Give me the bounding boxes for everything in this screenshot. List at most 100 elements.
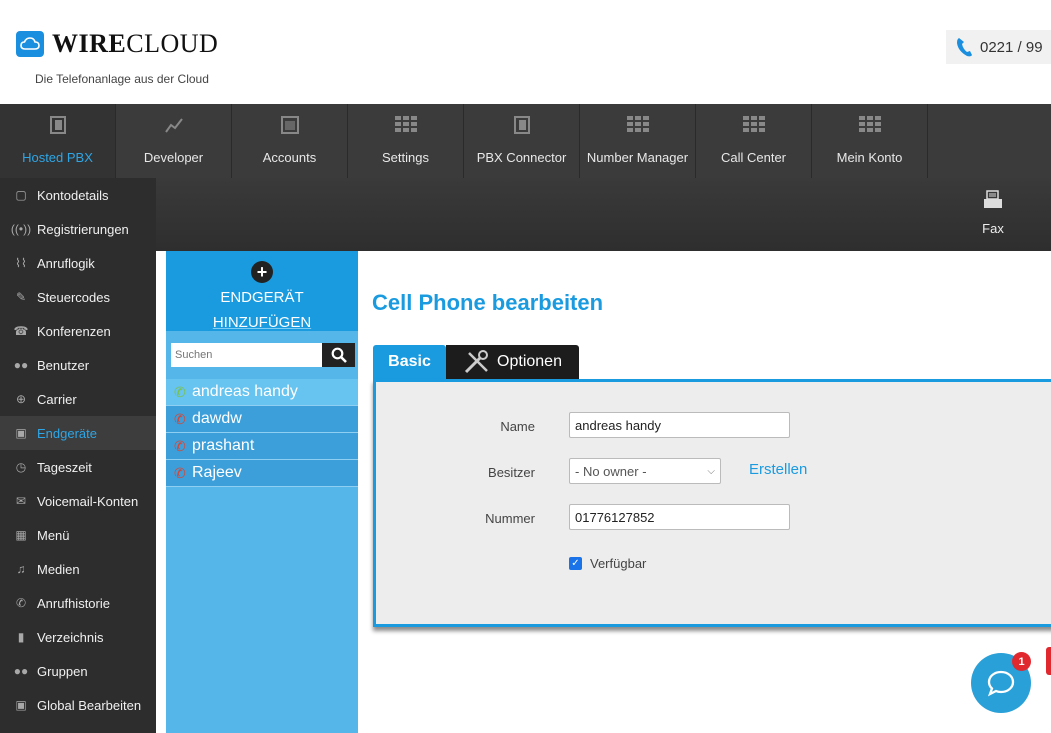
- logo-text: WIRECLOUD: [52, 28, 218, 59]
- nav-label: Developer: [143, 150, 204, 165]
- owner-select[interactable]: - No owner - ⌵: [569, 458, 721, 484]
- sidebar-item-carrier[interactable]: ⊕ Carrier: [0, 382, 156, 416]
- device-row-prashant[interactable]: ✆ prashant: [166, 433, 358, 460]
- available-checkbox[interactable]: ✓: [569, 557, 582, 570]
- device-search: [171, 343, 355, 367]
- nav-accounts[interactable]: Accounts: [232, 104, 348, 178]
- fax-button[interactable]: Fax: [975, 190, 1011, 236]
- clock-icon: ◷: [15, 460, 27, 474]
- owner-label: Besitzer: [488, 465, 535, 480]
- sidebar-item-anrufhistorie[interactable]: ✆ Anrufhistorie: [0, 586, 156, 620]
- users-icon: ●●: [13, 664, 29, 678]
- sidebar-item-label: Registrierungen: [37, 221, 129, 237]
- search-icon: [331, 347, 347, 363]
- plus-circle-icon: +: [251, 261, 273, 283]
- sidebar-item-menue[interactable]: ▦ Menü: [0, 518, 156, 552]
- sidebar-item-endgeraete[interactable]: ▣ Endgeräte: [0, 416, 156, 450]
- phone-box: 0221 / 99: [946, 30, 1051, 64]
- sidebar-item-label: Global Bearbeiten: [37, 697, 142, 713]
- add-device-label: ENDGERÄT HINZUFÜGEN: [166, 285, 358, 335]
- search-input[interactable]: [171, 343, 323, 367]
- sidebar-item-label: Anruflogik: [37, 255, 95, 271]
- sidebar-item-steuercodes[interactable]: ✎ Steuercodes: [0, 280, 156, 314]
- sidebar-item-label: Tageszeit: [37, 459, 92, 475]
- tools-icon: [464, 350, 489, 374]
- device-name: Rajeev: [192, 464, 242, 481]
- nav-hosted-pbx[interactable]: Hosted PBX: [0, 104, 116, 178]
- nav-label: Accounts: [262, 150, 317, 165]
- nav-settings[interactable]: Settings: [348, 104, 464, 178]
- nav-label: Number Manager: [586, 150, 689, 165]
- nav-pbx-connector[interactable]: PBX Connector: [464, 104, 580, 178]
- tagline: Die Telefonanlage aus der Cloud: [35, 72, 209, 86]
- logo-bold: WIRE: [52, 29, 127, 58]
- add-device-button[interactable]: + ENDGERÄT HINZUFÜGEN: [166, 251, 358, 331]
- broadcast-icon: ((•)): [10, 222, 32, 236]
- phone-red-icon: ✆: [174, 437, 186, 454]
- sidebar-item-gruppen[interactable]: ●● Gruppen: [0, 654, 156, 688]
- nav-developer[interactable]: Developer: [116, 104, 232, 178]
- device-list: ✆ andreas handy ✆ dawdw ✆ prashant ✆ Rajeev: [166, 379, 358, 487]
- device-name: prashant: [192, 437, 255, 454]
- chat-notification-badge: 1: [1012, 652, 1031, 671]
- sidebar-item-label: Benutzer: [37, 357, 90, 373]
- sidebar-item-registrierungen[interactable]: ((•)) Registrierungen: [0, 212, 156, 246]
- grid-icon: [858, 116, 881, 138]
- device-icon: ▣: [15, 698, 27, 712]
- chevron-down-icon: ⌵: [707, 465, 715, 477]
- sidebar-item-verzeichnis[interactable]: ▮ Verzeichnis: [0, 620, 156, 654]
- waveform-icon: ⌇⌇: [15, 256, 27, 270]
- number-field[interactable]: 01776127852: [569, 504, 790, 530]
- nav-label: Mein Konto: [836, 150, 903, 165]
- chart-icon: [164, 116, 184, 138]
- nav-call-center[interactable]: Call Center: [696, 104, 812, 178]
- sidebar-item-label: Gruppen: [37, 663, 88, 679]
- sidebar-item-global-bearbeiten[interactable]: ▣ Global Bearbeiten: [0, 688, 156, 722]
- sidebar-item-medien[interactable]: ♫ Medien: [0, 552, 156, 586]
- add-device-label-line2: HINZUFÜGEN: [212, 314, 312, 331]
- name-field[interactable]: andreas handy: [569, 412, 790, 438]
- sidebar-item-tageszeit[interactable]: ◷ Tageszeit: [0, 450, 156, 484]
- sidebar-item-label: Anrufhistorie: [37, 595, 110, 611]
- page-title: Cell Phone bearbeiten: [372, 290, 604, 315]
- nav-number-manager[interactable]: Number Manager: [580, 104, 696, 178]
- sidebar: ▢ Kontodetails ((•)) Registrierungen ⌇⌇ Anr…: [0, 178, 156, 733]
- sidebar-item-label: Voicemail-Konten: [37, 493, 139, 509]
- sidebar-item-label: Carrier: [37, 391, 77, 407]
- device-row-andreas-handy[interactable]: ✆ andreas handy: [166, 379, 358, 406]
- sidebar-item-anruflogik[interactable]: ⌇⌇ Anruflogik: [0, 246, 156, 280]
- device-name: dawdw: [192, 410, 242, 427]
- nav-mein-konto[interactable]: Mein Konto: [812, 104, 928, 178]
- phone-number: 0221 / 99: [980, 38, 1043, 56]
- top-nav: Hosted PBX Developer Accounts Settings P…: [0, 104, 1051, 178]
- nav-label: Call Center: [720, 150, 787, 165]
- device-icon: ▣: [15, 426, 27, 440]
- sidebar-item-voicemail[interactable]: ✉ Voicemail-Konten: [0, 484, 156, 518]
- sidebar-item-konferenzen[interactable]: ☎ Konferenzen: [0, 314, 156, 348]
- fax-label: Fax: [982, 221, 1004, 236]
- fax-icon: [984, 190, 1002, 208]
- device-icon: [49, 116, 66, 138]
- device-name: andreas handy: [192, 383, 298, 400]
- conference-icon: ☎: [13, 324, 29, 338]
- sidebar-item-label: Kontodetails: [37, 187, 109, 203]
- phone-ring-icon: ✆: [15, 596, 27, 610]
- owner-select-value: - No owner -: [575, 463, 647, 479]
- book-icon: ▮: [17, 630, 25, 644]
- nav-label: PBX Connector: [476, 150, 567, 165]
- tab-options-label: Optionen: [497, 353, 562, 370]
- nav-label: Hosted PBX: [22, 150, 93, 165]
- logo-light: CLOUD: [126, 29, 219, 58]
- device-icon: [513, 116, 530, 138]
- feedback-tab[interactable]: [1046, 647, 1051, 675]
- search-button[interactable]: [322, 343, 355, 367]
- create-owner-link[interactable]: Erstellen: [749, 461, 807, 478]
- sidebar-item-benutzer[interactable]: ●● Benutzer: [0, 348, 156, 382]
- tab-options[interactable]: Optionen: [446, 345, 579, 379]
- device-row-rajeev[interactable]: ✆ Rajeev: [166, 460, 358, 487]
- sidebar-item-kontodetails[interactable]: ▢ Kontodetails: [0, 178, 156, 212]
- number-label: Nummer: [485, 511, 535, 526]
- device-row-dawdw[interactable]: ✆ dawdw: [166, 406, 358, 433]
- tab-basic[interactable]: Basic: [373, 345, 446, 379]
- pin-icon: ✎: [15, 290, 27, 304]
